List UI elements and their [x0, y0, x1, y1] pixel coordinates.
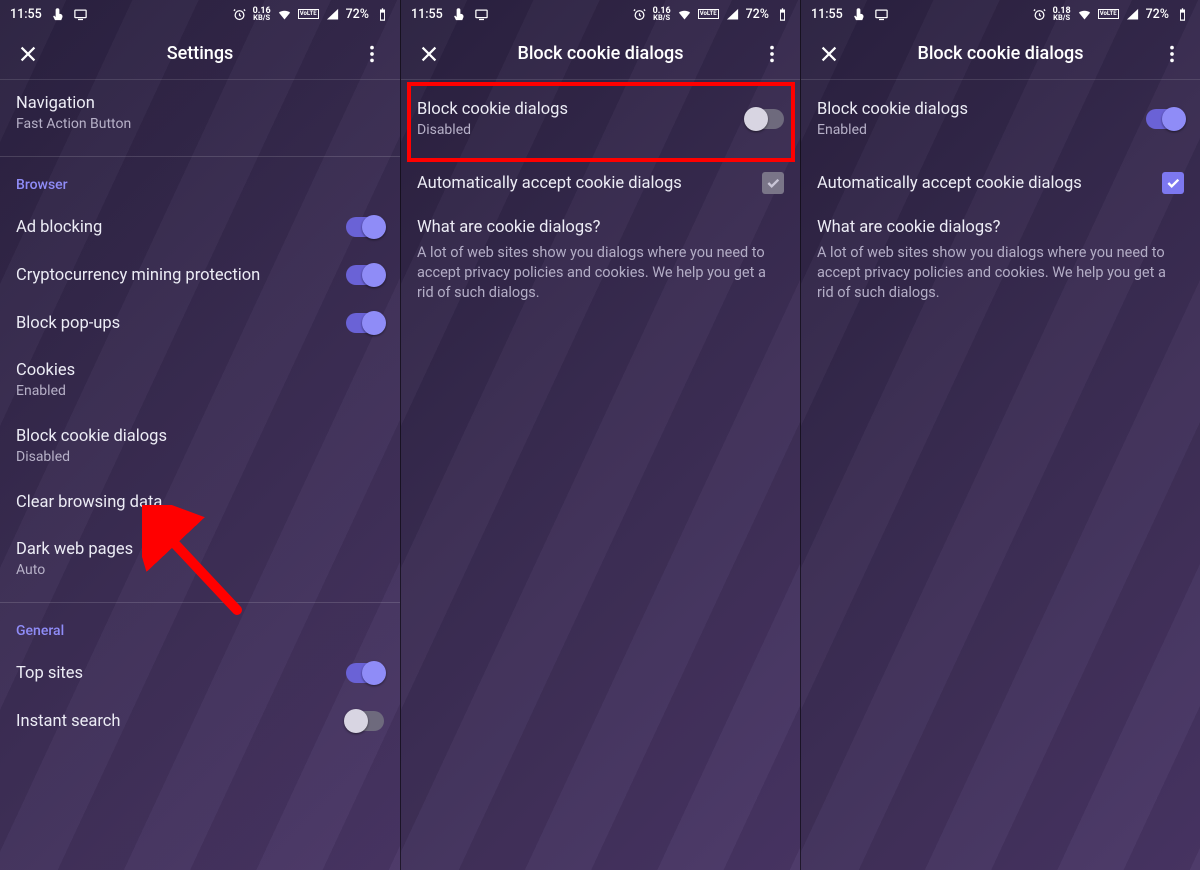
- wifi-icon: [1077, 7, 1092, 22]
- item-label: Automatically accept cookie dialogs: [817, 174, 1126, 193]
- item-label: Top sites: [16, 664, 326, 683]
- settings-item-dark-web-pages[interactable]: Dark web pages Auto: [0, 526, 400, 592]
- item-label: Block cookie dialogs: [16, 427, 384, 446]
- item-label: Dark web pages: [16, 540, 384, 559]
- settings-item-block-popups[interactable]: Block pop-ups: [0, 299, 400, 347]
- status-time: 11:55: [10, 7, 42, 22]
- section-general: General: [0, 603, 400, 649]
- wifi-icon: [277, 7, 292, 22]
- touch-icon: [50, 7, 65, 22]
- cast-icon: [474, 7, 489, 22]
- touch-icon: [851, 7, 866, 22]
- app-header: Block cookie dialogs: [401, 28, 800, 80]
- item-label: Block cookie dialogs: [417, 100, 726, 119]
- toggle-popups[interactable]: [346, 313, 384, 333]
- status-bar: 11:55 0.18KB/S VoLTE 72%: [801, 0, 1200, 28]
- data-speed: 0.16KB/S: [253, 8, 271, 20]
- signal-icon: [325, 7, 340, 22]
- status-time: 11:55: [811, 7, 843, 22]
- volte-icon: VoLTE: [698, 9, 719, 18]
- overflow-menu-icon[interactable]: [1150, 32, 1194, 76]
- overflow-menu-icon[interactable]: [350, 32, 394, 76]
- setting-block-cookie-dialogs[interactable]: Block cookie dialogs Disabled: [401, 80, 800, 158]
- info-title: What are cookie dialogs?: [817, 218, 1184, 237]
- toggle-instant-search[interactable]: [346, 711, 384, 731]
- settings-item-ad-blocking[interactable]: Ad blocking: [0, 203, 400, 251]
- battery-percent: 72%: [1146, 7, 1169, 22]
- battery-icon: [375, 7, 390, 22]
- cast-icon: [874, 7, 889, 22]
- signal-icon: [725, 7, 740, 22]
- page-title: Block cookie dialogs: [851, 43, 1150, 64]
- pane-block-cookie-disabled: 11:55 0.16KB/S VoLTE 72% Block cookie di…: [400, 0, 800, 870]
- status-bar: 11:55 0.16KB/S VoLTE 72%: [401, 0, 800, 28]
- data-speed: 0.16KB/S: [653, 8, 671, 20]
- info-desc: A lot of web sites show you dialogs wher…: [417, 243, 784, 303]
- close-icon[interactable]: [807, 32, 851, 76]
- page-title: Block cookie dialogs: [451, 43, 750, 64]
- info-desc: A lot of web sites show you dialogs wher…: [817, 243, 1184, 303]
- battery-percent: 72%: [746, 7, 769, 22]
- overflow-menu-icon[interactable]: [750, 32, 794, 76]
- settings-item-block-cookie-dialogs[interactable]: Block cookie dialogs Disabled: [0, 413, 400, 479]
- alarm-icon: [232, 7, 247, 22]
- cast-icon: [73, 7, 88, 22]
- wifi-icon: [677, 7, 692, 22]
- app-header: Block cookie dialogs: [801, 28, 1200, 80]
- item-label: Block cookie dialogs: [817, 100, 1126, 119]
- item-sublabel: Disabled: [16, 449, 384, 465]
- status-time: 11:55: [411, 7, 443, 22]
- signal-icon: [1125, 7, 1140, 22]
- battery-icon: [775, 7, 790, 22]
- item-sublabel: Auto: [16, 562, 384, 578]
- item-label: Ad blocking: [16, 218, 326, 237]
- item-label: Instant search: [16, 712, 326, 731]
- item-label: Automatically accept cookie dialogs: [417, 174, 726, 193]
- checkbox-auto-accept[interactable]: [762, 172, 784, 194]
- setting-auto-accept-cookies[interactable]: Automatically accept cookie dialogs: [801, 158, 1200, 208]
- item-label: Navigation: [16, 94, 384, 113]
- close-icon[interactable]: [6, 32, 50, 76]
- info-title: What are cookie dialogs?: [417, 218, 784, 237]
- item-label: Clear browsing data: [16, 493, 384, 512]
- info-block: What are cookie dialogs? A lot of web si…: [401, 208, 800, 319]
- toggle-block-cookie-dialogs[interactable]: [1146, 109, 1184, 129]
- item-label: Block pop-ups: [16, 314, 326, 333]
- data-speed: 0.18KB/S: [1053, 8, 1071, 20]
- touch-icon: [451, 7, 466, 22]
- close-icon[interactable]: [407, 32, 451, 76]
- item-sublabel: Fast Action Button: [16, 116, 384, 132]
- battery-icon: [1175, 7, 1190, 22]
- alarm-icon: [1032, 7, 1047, 22]
- section-browser: Browser: [0, 157, 400, 203]
- settings-item-top-sites[interactable]: Top sites: [0, 649, 400, 697]
- pane-settings: 11:55 0.16KB/S VoLTE 72% Settings: [0, 0, 400, 870]
- battery-percent: 72%: [346, 7, 369, 22]
- settings-item-clear-browsing-data[interactable]: Clear browsing data: [0, 479, 400, 526]
- item-sublabel: Disabled: [417, 122, 726, 138]
- toggle-crypto[interactable]: [346, 265, 384, 285]
- item-sublabel: Enabled: [16, 383, 384, 399]
- info-block: What are cookie dialogs? A lot of web si…: [801, 208, 1200, 319]
- toggle-block-cookie-dialogs[interactable]: [746, 109, 784, 129]
- item-label: Cookies: [16, 361, 384, 380]
- setting-block-cookie-dialogs[interactable]: Block cookie dialogs Enabled: [801, 80, 1200, 158]
- setting-auto-accept-cookies[interactable]: Automatically accept cookie dialogs: [401, 158, 800, 208]
- status-bar: 11:55 0.16KB/S VoLTE 72%: [0, 0, 400, 28]
- checkbox-auto-accept[interactable]: [1162, 172, 1184, 194]
- settings-item-crypto-protection[interactable]: Cryptocurrency mining protection: [0, 251, 400, 299]
- alarm-icon: [632, 7, 647, 22]
- settings-item-navigation[interactable]: Navigation Fast Action Button: [0, 80, 400, 146]
- volte-icon: VoLTE: [298, 9, 319, 18]
- settings-item-instant-search[interactable]: Instant search: [0, 697, 400, 735]
- toggle-ad-blocking[interactable]: [346, 217, 384, 237]
- settings-item-cookies[interactable]: Cookies Enabled: [0, 347, 400, 413]
- app-header: Settings: [0, 28, 400, 80]
- item-label: Cryptocurrency mining protection: [16, 266, 326, 285]
- pane-block-cookie-enabled: 11:55 0.18KB/S VoLTE 72% Block cookie di…: [800, 0, 1200, 870]
- item-sublabel: Enabled: [817, 122, 1126, 138]
- page-title: Settings: [50, 43, 350, 64]
- volte-icon: VoLTE: [1098, 9, 1119, 18]
- toggle-top-sites[interactable]: [346, 663, 384, 683]
